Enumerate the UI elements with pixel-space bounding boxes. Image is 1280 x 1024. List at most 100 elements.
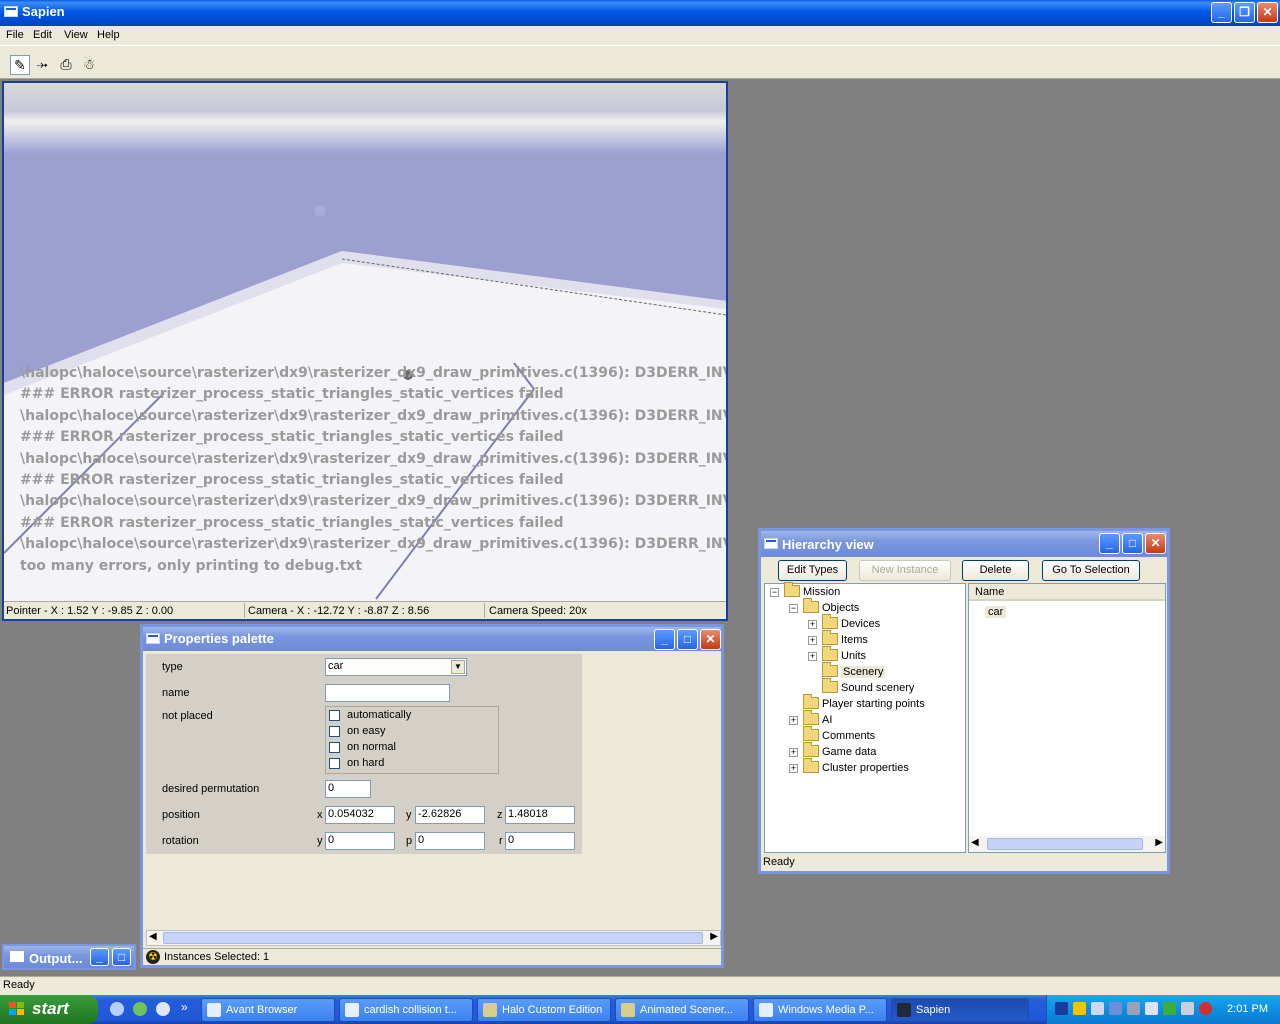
automatically-checkbox[interactable] — [329, 710, 340, 721]
tray-display-icon[interactable] — [1109, 1002, 1122, 1015]
collapse-icon[interactable]: − — [770, 588, 779, 597]
on-easy-checkbox[interactable] — [329, 726, 340, 737]
expand-icon[interactable]: + — [789, 748, 798, 757]
path-tool-icon[interactable]: ⤞ — [32, 55, 52, 75]
instance-list[interactable]: Name car ◀ ▶ — [968, 583, 1166, 853]
expand-icon[interactable]: + — [789, 764, 798, 773]
window-icon — [146, 633, 160, 644]
tray-network-icon[interactable] — [1091, 1002, 1104, 1015]
restore-button[interactable]: ❐ — [1234, 2, 1255, 23]
3d-viewport[interactable]: \halopc\haloce\source\rasterizer\dx9\ras… — [2, 81, 728, 621]
list-item[interactable]: car — [985, 606, 1007, 618]
folder-icon — [822, 662, 838, 677]
console-line: ### ERROR rasterizer_process_static_tria… — [20, 386, 564, 403]
scroll-thumb[interactable] — [987, 838, 1143, 850]
quick-launch-browser-icon[interactable] — [156, 1002, 170, 1016]
tray-shield-icon[interactable] — [1073, 1002, 1086, 1015]
tray-safely-remove-icon[interactable] — [1181, 1002, 1194, 1015]
on-hard-checkbox[interactable] — [329, 758, 340, 769]
minimize-button[interactable]: _ — [1099, 533, 1120, 554]
position-y-field[interactable]: -2.62826 — [415, 806, 485, 824]
menu-edit[interactable]: Edit — [33, 29, 52, 41]
scroll-thumb[interactable] — [163, 932, 703, 944]
hierarchy-title-bar[interactable]: Hierarchy view _ □ ✕ — [761, 531, 1167, 557]
pointer-coordinates: Pointer - X : 1.52 Y : -9.85 Z : 0.00 — [6, 605, 174, 617]
menu-file[interactable]: File — [6, 29, 24, 41]
expand-icon[interactable]: + — [789, 716, 798, 725]
tree-item-comments[interactable]: Comments — [803, 726, 875, 745]
minimize-button[interactable]: _ — [90, 948, 109, 966]
list-header-name[interactable]: Name — [969, 584, 1165, 601]
on-normal-checkbox[interactable] — [329, 742, 340, 753]
expand-icon[interactable]: + — [808, 620, 817, 629]
close-button[interactable]: ✕ — [1257, 2, 1278, 23]
expand-icon[interactable]: + — [808, 652, 817, 661]
toolbar: ✎ ⤞ ⎙ ☃ — [0, 45, 1280, 79]
task-halo-custom-edition[interactable]: Halo Custom Edition — [477, 998, 611, 1022]
minimize-button[interactable]: _ — [654, 629, 675, 650]
player-tool-icon[interactable]: ☃ — [79, 55, 99, 75]
rotation-y-field[interactable]: 0 — [325, 832, 395, 850]
edit-types-button[interactable]: Edit Types — [778, 560, 847, 581]
position-z-field[interactable]: 1.48018 — [505, 806, 575, 824]
task-sapien[interactable]: Sapien — [891, 998, 1029, 1022]
tray-antivirus-icon[interactable] — [1199, 1002, 1212, 1015]
tree-item-mission[interactable]: Mission — [784, 582, 840, 601]
maximize-button[interactable]: □ — [677, 629, 698, 650]
go-to-selection-button[interactable]: Go To Selection — [1042, 560, 1140, 581]
horizontal-scrollbar[interactable]: ◀ ▶ — [146, 930, 721, 946]
scroll-left-icon[interactable]: ◀ — [149, 931, 157, 942]
permutation-field[interactable]: 0 — [325, 780, 371, 798]
main-title-bar[interactable]: Sapien _ ❐ ✕ — [0, 0, 1280, 26]
tree-item-sound-scenery[interactable]: Sound scenery — [822, 678, 914, 697]
collapse-icon[interactable]: − — [789, 604, 798, 613]
task-animated-scenery[interactable]: Animated Scener... — [615, 998, 749, 1022]
task-avant-browser[interactable]: Avant Browser — [201, 998, 335, 1022]
type-select[interactable]: car ▼ — [325, 658, 467, 676]
position-x-field[interactable]: 0.054032 — [325, 806, 395, 824]
menu-bar: File Edit View Help — [0, 26, 1280, 45]
output-window-minimized[interactable]: Output... _ □ — [2, 944, 136, 970]
tray-audio-icon[interactable] — [1127, 1002, 1140, 1015]
folder-icon — [621, 1003, 635, 1017]
folder-icon — [784, 582, 800, 597]
close-button[interactable]: ✕ — [700, 629, 721, 650]
name-field[interactable] — [325, 684, 450, 702]
tree-item-cluster-properties[interactable]: Cluster properties — [803, 758, 909, 777]
maximize-button[interactable]: □ — [112, 948, 131, 966]
menu-help[interactable]: Help — [97, 29, 120, 41]
task-cardish-collision[interactable]: cardish collision t... — [339, 998, 473, 1022]
scroll-right-icon[interactable]: ▶ — [1155, 837, 1163, 848]
tree-item-player-starting-points[interactable]: Player starting points — [803, 694, 925, 713]
properties-title-bar[interactable]: Properties palette _ □ ✕ — [143, 627, 721, 651]
tray-device-icon[interactable] — [1145, 1002, 1158, 1015]
rotation-r-field[interactable]: 0 — [505, 832, 575, 850]
tray-nvidia-icon[interactable] — [1163, 1002, 1176, 1015]
chevron-down-icon[interactable]: ▼ — [451, 660, 465, 674]
quick-launch-avant-icon[interactable] — [110, 1002, 124, 1016]
close-button[interactable]: ✕ — [1145, 533, 1166, 554]
minimize-button[interactable]: _ — [1211, 2, 1232, 23]
tree-item-scenery[interactable]: Scenery — [822, 662, 886, 681]
scroll-right-icon[interactable]: ▶ — [710, 931, 718, 942]
scroll-left-icon[interactable]: ◀ — [971, 837, 979, 848]
start-button[interactable]: start — [0, 995, 98, 1024]
quick-launch-messenger-icon[interactable] — [133, 1002, 147, 1016]
pencil-tool-icon[interactable]: ✎ — [10, 55, 30, 75]
tree-item-objects[interactable]: Objects — [803, 598, 859, 617]
quick-launch-more-icon[interactable]: » — [181, 1000, 188, 1014]
menu-view[interactable]: View — [64, 29, 88, 41]
horizontal-scrollbar[interactable]: ◀ ▶ — [969, 836, 1165, 852]
tray-avant-icon[interactable] — [1055, 1002, 1068, 1015]
task-windows-media-player[interactable]: Windows Media P... — [753, 998, 887, 1022]
new-instance-button[interactable]: New Instance — [859, 560, 951, 581]
maximize-button[interactable]: □ — [1122, 533, 1143, 554]
viewport-status-bar: Pointer - X : 1.52 Y : -9.85 Z : 0.00 Ca… — [4, 601, 726, 619]
type-label: type — [162, 661, 183, 673]
tree-item-game-data[interactable]: Game data — [803, 742, 876, 761]
rotation-p-field[interactable]: 0 — [415, 832, 485, 850]
delete-button[interactable]: Delete — [962, 560, 1029, 581]
camera-tool-icon[interactable]: ⎙ — [56, 55, 76, 75]
hierarchy-tree[interactable]: − Mission − Objects + Devices + Items + … — [764, 582, 966, 853]
expand-icon[interactable]: + — [808, 636, 817, 645]
